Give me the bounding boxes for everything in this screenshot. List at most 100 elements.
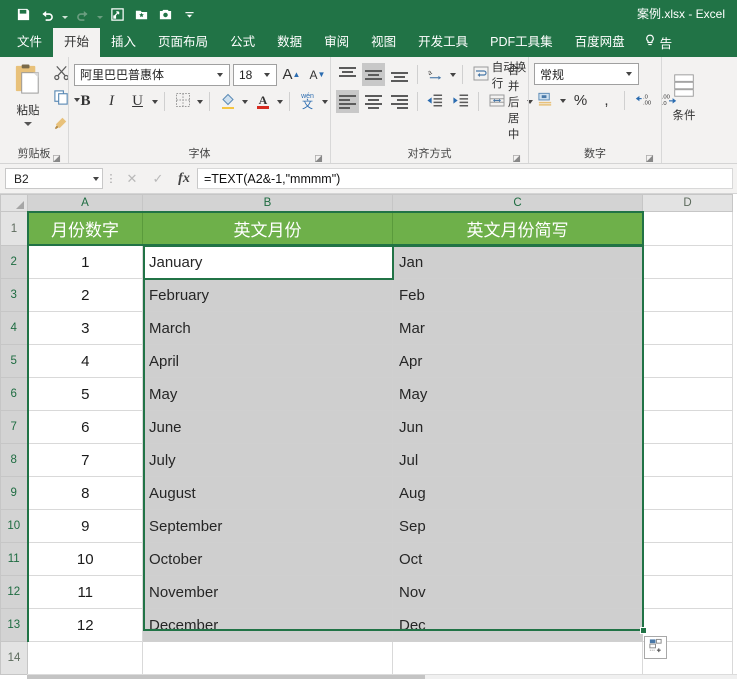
paste-dropdown-icon[interactable]	[24, 122, 32, 126]
cell-c5[interactable]: Apr	[392, 344, 643, 378]
cell-a1[interactable]: 月份数字	[27, 211, 143, 246]
cell-a5[interactable]: 4	[27, 344, 143, 378]
cell-b5[interactable]: April	[142, 344, 393, 378]
cell-c6[interactable]: May	[392, 377, 643, 411]
redo-icon[interactable]	[71, 3, 93, 25]
row-header-4[interactable]: 4	[0, 311, 29, 345]
tab-baidu-netdisk[interactable]: 百度网盘	[564, 28, 636, 57]
cell-a8[interactable]: 7	[27, 443, 143, 477]
comma-style-button[interactable]: ,	[595, 89, 618, 112]
align-bottom-button[interactable]	[388, 63, 411, 86]
borders-button[interactable]	[171, 90, 194, 113]
tell-me-box[interactable]: 告	[636, 28, 672, 57]
cell-a11[interactable]: 10	[27, 542, 143, 576]
tab-pdf-tools[interactable]: PDF工具集	[479, 28, 564, 57]
fill-handle[interactable]	[640, 627, 647, 634]
number-dialog-launcher[interactable]: ◪	[645, 154, 654, 163]
align-left-button[interactable]	[336, 90, 359, 113]
tab-home[interactable]: 开始	[53, 28, 101, 57]
cell-d2[interactable]	[642, 245, 733, 279]
row-header-1[interactable]: 1	[0, 211, 28, 246]
cell-c12[interactable]: Nov	[392, 575, 643, 609]
row-header-8[interactable]: 8	[0, 443, 29, 477]
align-right-button[interactable]	[388, 90, 411, 113]
phonetic-guide-button[interactable]: wén 文	[296, 90, 319, 113]
increase-indent-button[interactable]	[449, 90, 472, 113]
cell-c14[interactable]	[392, 641, 643, 675]
font-size-dropdown-icon[interactable]	[260, 72, 274, 77]
tab-view[interactable]: 视图	[360, 28, 407, 57]
cell-b11[interactable]: October	[142, 542, 393, 576]
clipboard-dialog-launcher[interactable]: ◪	[52, 154, 61, 163]
cell-d10[interactable]	[642, 509, 733, 543]
tab-page-layout[interactable]: 页面布局	[147, 28, 219, 57]
row-header-3[interactable]: 3	[0, 278, 29, 312]
cell-b14[interactable]	[142, 641, 393, 675]
fill-color-button[interactable]	[216, 90, 239, 113]
cell-b7[interactable]: June	[142, 410, 393, 444]
cell-d6[interactable]	[642, 377, 733, 411]
tab-developer[interactable]: 开发工具	[407, 28, 479, 57]
customize-qat-icon[interactable]	[178, 3, 200, 25]
cell-d9[interactable]	[642, 476, 733, 510]
cell-b6[interactable]: May	[142, 377, 393, 411]
cell-b12[interactable]: November	[142, 575, 393, 609]
italic-button[interactable]: I	[100, 90, 123, 113]
column-header-d[interactable]: D	[642, 194, 733, 212]
borders-dropdown-icon[interactable]	[197, 99, 203, 104]
cell-d5[interactable]	[642, 344, 733, 378]
tab-formulas[interactable]: 公式	[219, 28, 266, 57]
undo-dropdown-icon[interactable]	[60, 4, 69, 24]
cell-a14[interactable]	[27, 641, 143, 675]
name-box[interactable]: B2	[5, 168, 103, 189]
cell-d7[interactable]	[642, 410, 733, 444]
save-icon[interactable]	[12, 3, 34, 25]
horizontal-scrollbar-thumb[interactable]	[27, 675, 425, 679]
orientation-button[interactable]: a	[424, 63, 447, 86]
cell-b3[interactable]: February	[142, 278, 393, 312]
decrease-indent-button[interactable]	[423, 90, 446, 113]
cell-c4[interactable]: Mar	[392, 311, 643, 345]
merge-center-button[interactable]: 合并后居中	[485, 65, 525, 141]
cell-b2[interactable]: January	[142, 245, 393, 279]
cell-b8[interactable]: July	[142, 443, 393, 477]
cell-c11[interactable]: Oct	[392, 542, 643, 576]
cell-a10[interactable]: 9	[27, 509, 143, 543]
tab-data[interactable]: 数据	[266, 28, 313, 57]
name-box-dropdown-icon[interactable]	[93, 176, 99, 181]
cell-a12[interactable]: 11	[27, 575, 143, 609]
cell-b13[interactable]: December	[142, 608, 393, 642]
paste-button[interactable]: 粘贴	[5, 61, 51, 126]
cell-a2[interactable]: 1	[27, 245, 143, 279]
cell-b4[interactable]: March	[142, 311, 393, 345]
row-header-14[interactable]: 14	[0, 641, 28, 675]
underline-button[interactable]: U	[126, 90, 149, 113]
select-all-corner[interactable]	[0, 194, 28, 212]
phonetic-dropdown-icon[interactable]	[322, 99, 328, 104]
cell-d11[interactable]	[642, 542, 733, 576]
cell-c13[interactable]: Dec	[392, 608, 643, 642]
font-dialog-launcher[interactable]: ◪	[314, 154, 323, 163]
cell-d8[interactable]	[642, 443, 733, 477]
row-header-6[interactable]: 6	[0, 377, 29, 411]
column-header-a[interactable]: A	[27, 194, 143, 213]
font-color-button[interactable]: A	[251, 90, 274, 113]
tab-review[interactable]: 审阅	[313, 28, 360, 57]
percent-style-button[interactable]: %	[569, 89, 592, 112]
number-format-combo[interactable]: 常规	[534, 63, 639, 85]
row-header-10[interactable]: 10	[0, 509, 29, 543]
row-header-12[interactable]: 12	[0, 575, 29, 609]
tab-insert[interactable]: 插入	[100, 28, 147, 57]
font-name-dropdown-icon[interactable]	[213, 72, 227, 77]
cell-c10[interactable]: Sep	[392, 509, 643, 543]
wrap-text-button[interactable]: 自动换行	[469, 62, 534, 90]
confirm-formula-button[interactable]: ✓	[145, 168, 171, 189]
cell-a13[interactable]: 12	[27, 608, 143, 642]
redo-dropdown-icon[interactable]	[95, 4, 104, 24]
cell-b9[interactable]: August	[142, 476, 393, 510]
cell-a9[interactable]: 8	[27, 476, 143, 510]
cell-c9[interactable]: Aug	[392, 476, 643, 510]
export-icon[interactable]	[106, 3, 128, 25]
cell-c8[interactable]: Jul	[392, 443, 643, 477]
bold-button[interactable]: B	[74, 90, 97, 113]
